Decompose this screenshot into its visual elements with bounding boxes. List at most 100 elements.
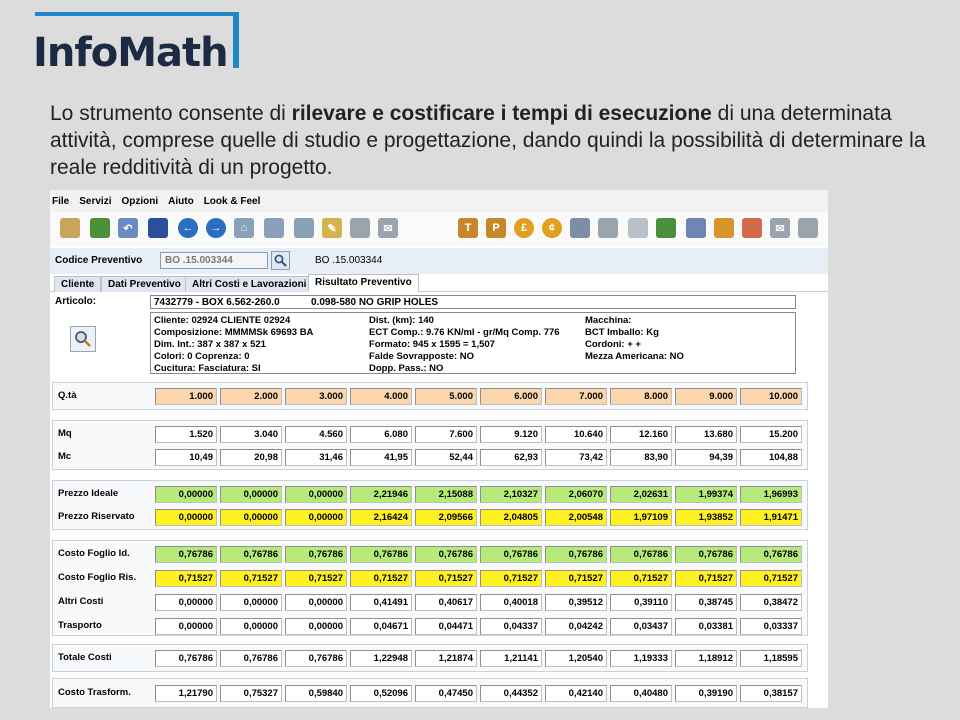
cell-prezzo-riservato-8[interactable]: 1,97109 <box>610 509 672 526</box>
cell-prezzo-ideale-4[interactable]: 2,21946 <box>350 486 412 503</box>
save-icon[interactable] <box>148 218 168 238</box>
tab-dati-preventivo[interactable]: Dati Preventivo <box>101 276 188 292</box>
cell-costo-foglio-id-4[interactable]: 0,76786 <box>350 546 412 563</box>
cell-costo-foglio-ris-8[interactable]: 0,71527 <box>610 570 672 587</box>
cell-mc-8[interactable]: 83,90 <box>610 449 672 466</box>
cell-qta-1[interactable]: 1.000 <box>155 388 217 405</box>
codice-input[interactable]: BO .15.003344 <box>160 252 268 269</box>
cell-trasporto-9[interactable]: 0,03381 <box>675 618 737 635</box>
import-icon[interactable] <box>90 218 110 238</box>
cell-mq-10[interactable]: 15.200 <box>740 426 802 443</box>
home-icon[interactable]: ⌂ <box>234 218 254 238</box>
cell-costo-trasform-4[interactable]: 0,52096 <box>350 685 412 702</box>
cell-mq-8[interactable]: 12.160 <box>610 426 672 443</box>
edit-icon[interactable]: ✎ <box>322 218 342 238</box>
cell-qta-9[interactable]: 9.000 <box>675 388 737 405</box>
cell-qta-2[interactable]: 2.000 <box>220 388 282 405</box>
cell-prezzo-ideale-2[interactable]: 0,00000 <box>220 486 282 503</box>
cell-prezzo-ideale-9[interactable]: 1,99374 <box>675 486 737 503</box>
cell-altri-costi-1[interactable]: 0,00000 <box>155 594 217 611</box>
menu-file[interactable]: File <box>52 196 69 207</box>
cell-altri-costi-3[interactable]: 0,00000 <box>285 594 347 611</box>
zoom-button[interactable] <box>70 326 96 352</box>
cell-trasporto-3[interactable]: 0,00000 <box>285 618 347 635</box>
cell-totale-costi-4[interactable]: 1,22948 <box>350 650 412 667</box>
cell-mc-4[interactable]: 41,95 <box>350 449 412 466</box>
cell-costo-foglio-ris-7[interactable]: 0,71527 <box>545 570 607 587</box>
cell-prezzo-riservato-7[interactable]: 2,00548 <box>545 509 607 526</box>
codice-search-button[interactable] <box>271 251 290 270</box>
cell-altri-costi-10[interactable]: 0,38472 <box>740 594 802 611</box>
copy-icon[interactable] <box>742 218 762 238</box>
cell-costo-trasform-10[interactable]: 0,38157 <box>740 685 802 702</box>
print3-icon[interactable] <box>798 218 818 238</box>
cell-prezzo-riservato-10[interactable]: 1,91471 <box>740 509 802 526</box>
cell-mc-7[interactable]: 73,42 <box>545 449 607 466</box>
cell-costo-trasform-7[interactable]: 0,42140 <box>545 685 607 702</box>
cell-prezzo-riservato-4[interactable]: 2,16424 <box>350 509 412 526</box>
cell-totale-costi-8[interactable]: 1,19333 <box>610 650 672 667</box>
cell-altri-costi-6[interactable]: 0,40018 <box>480 594 542 611</box>
cell-prezzo-ideale-10[interactable]: 1,96993 <box>740 486 802 503</box>
cell-costo-foglio-id-3[interactable]: 0,76786 <box>285 546 347 563</box>
cell-totale-costi-2[interactable]: 0,76786 <box>220 650 282 667</box>
cell-altri-costi-7[interactable]: 0,39512 <box>545 594 607 611</box>
pages-icon[interactable] <box>628 218 648 238</box>
cell-mc-6[interactable]: 62,93 <box>480 449 542 466</box>
cell-prezzo-riservato-3[interactable]: 0,00000 <box>285 509 347 526</box>
cell-prezzo-riservato-6[interactable]: 2,04805 <box>480 509 542 526</box>
cell-totale-costi-6[interactable]: 1,21141 <box>480 650 542 667</box>
cell-prezzo-ideale-8[interactable]: 2,02631 <box>610 486 672 503</box>
cell-trasporto-7[interactable]: 0,04242 <box>545 618 607 635</box>
cell-costo-foglio-ris-1[interactable]: 0,71527 <box>155 570 217 587</box>
cell-trasporto-8[interactable]: 0,03437 <box>610 618 672 635</box>
cell-mc-1[interactable]: 10,49 <box>155 449 217 466</box>
menu-opzioni[interactable]: Opzioni <box>121 196 158 207</box>
search-icon[interactable] <box>264 218 284 238</box>
cell-prezzo-riservato-1[interactable]: 0,00000 <box>155 509 217 526</box>
tab-altri-costi[interactable]: Altri Costi e Lavorazioni <box>185 276 314 292</box>
cell-qta-10[interactable]: 10.000 <box>740 388 802 405</box>
cell-costo-foglio-id-9[interactable]: 0,76786 <box>675 546 737 563</box>
cell-altri-costi-2[interactable]: 0,00000 <box>220 594 282 611</box>
p-icon[interactable]: P <box>486 218 506 238</box>
print2-icon[interactable] <box>598 218 618 238</box>
cell-trasporto-10[interactable]: 0,03337 <box>740 618 802 635</box>
t-icon[interactable]: T <box>458 218 478 238</box>
cell-prezzo-ideale-1[interactable]: 0,00000 <box>155 486 217 503</box>
cell-costo-foglio-id-7[interactable]: 0,76786 <box>545 546 607 563</box>
report-icon[interactable] <box>714 218 734 238</box>
cell-totale-costi-7[interactable]: 1,20540 <box>545 650 607 667</box>
cell-trasporto-1[interactable]: 0,00000 <box>155 618 217 635</box>
cell-mq-4[interactable]: 6.080 <box>350 426 412 443</box>
cell-totale-costi-9[interactable]: 1,18912 <box>675 650 737 667</box>
cell-prezzo-ideale-5[interactable]: 2,15088 <box>415 486 477 503</box>
cell-trasporto-6[interactable]: 0,04337 <box>480 618 542 635</box>
tab-cliente[interactable]: Cliente <box>54 276 102 292</box>
cell-prezzo-riservato-2[interactable]: 0,00000 <box>220 509 282 526</box>
menu-servizi[interactable]: Servizi <box>79 196 111 207</box>
cell-costo-trasform-6[interactable]: 0,44352 <box>480 685 542 702</box>
cell-costo-foglio-id-1[interactable]: 0,76786 <box>155 546 217 563</box>
cell-mq-5[interactable]: 7.600 <box>415 426 477 443</box>
tools-icon[interactable] <box>294 218 314 238</box>
export-icon[interactable] <box>656 218 676 238</box>
cell-mq-9[interactable]: 13.680 <box>675 426 737 443</box>
cell-prezzo-ideale-7[interactable]: 2,06070 <box>545 486 607 503</box>
menu-look-feel[interactable]: Look & Feel <box>204 196 261 207</box>
database-icon[interactable] <box>686 218 706 238</box>
cell-costo-foglio-id-10[interactable]: 0,76786 <box>740 546 802 563</box>
cell-costo-trasform-3[interactable]: 0,59840 <box>285 685 347 702</box>
cell-mc-10[interactable]: 104,88 <box>740 449 802 466</box>
mail2-icon[interactable]: ✉ <box>770 218 790 238</box>
cell-qta-7[interactable]: 7.000 <box>545 388 607 405</box>
cell-prezzo-ideale-3[interactable]: 0,00000 <box>285 486 347 503</box>
cent-icon[interactable]: ¢ <box>542 218 562 238</box>
cell-costo-trasform-8[interactable]: 0,40480 <box>610 685 672 702</box>
pound-icon[interactable]: £ <box>514 218 534 238</box>
cell-costo-foglio-ris-6[interactable]: 0,71527 <box>480 570 542 587</box>
cell-totale-costi-3[interactable]: 0,76786 <box>285 650 347 667</box>
cell-trasporto-5[interactable]: 0,04471 <box>415 618 477 635</box>
cell-trasporto-2[interactable]: 0,00000 <box>220 618 282 635</box>
cell-mc-3[interactable]: 31,46 <box>285 449 347 466</box>
